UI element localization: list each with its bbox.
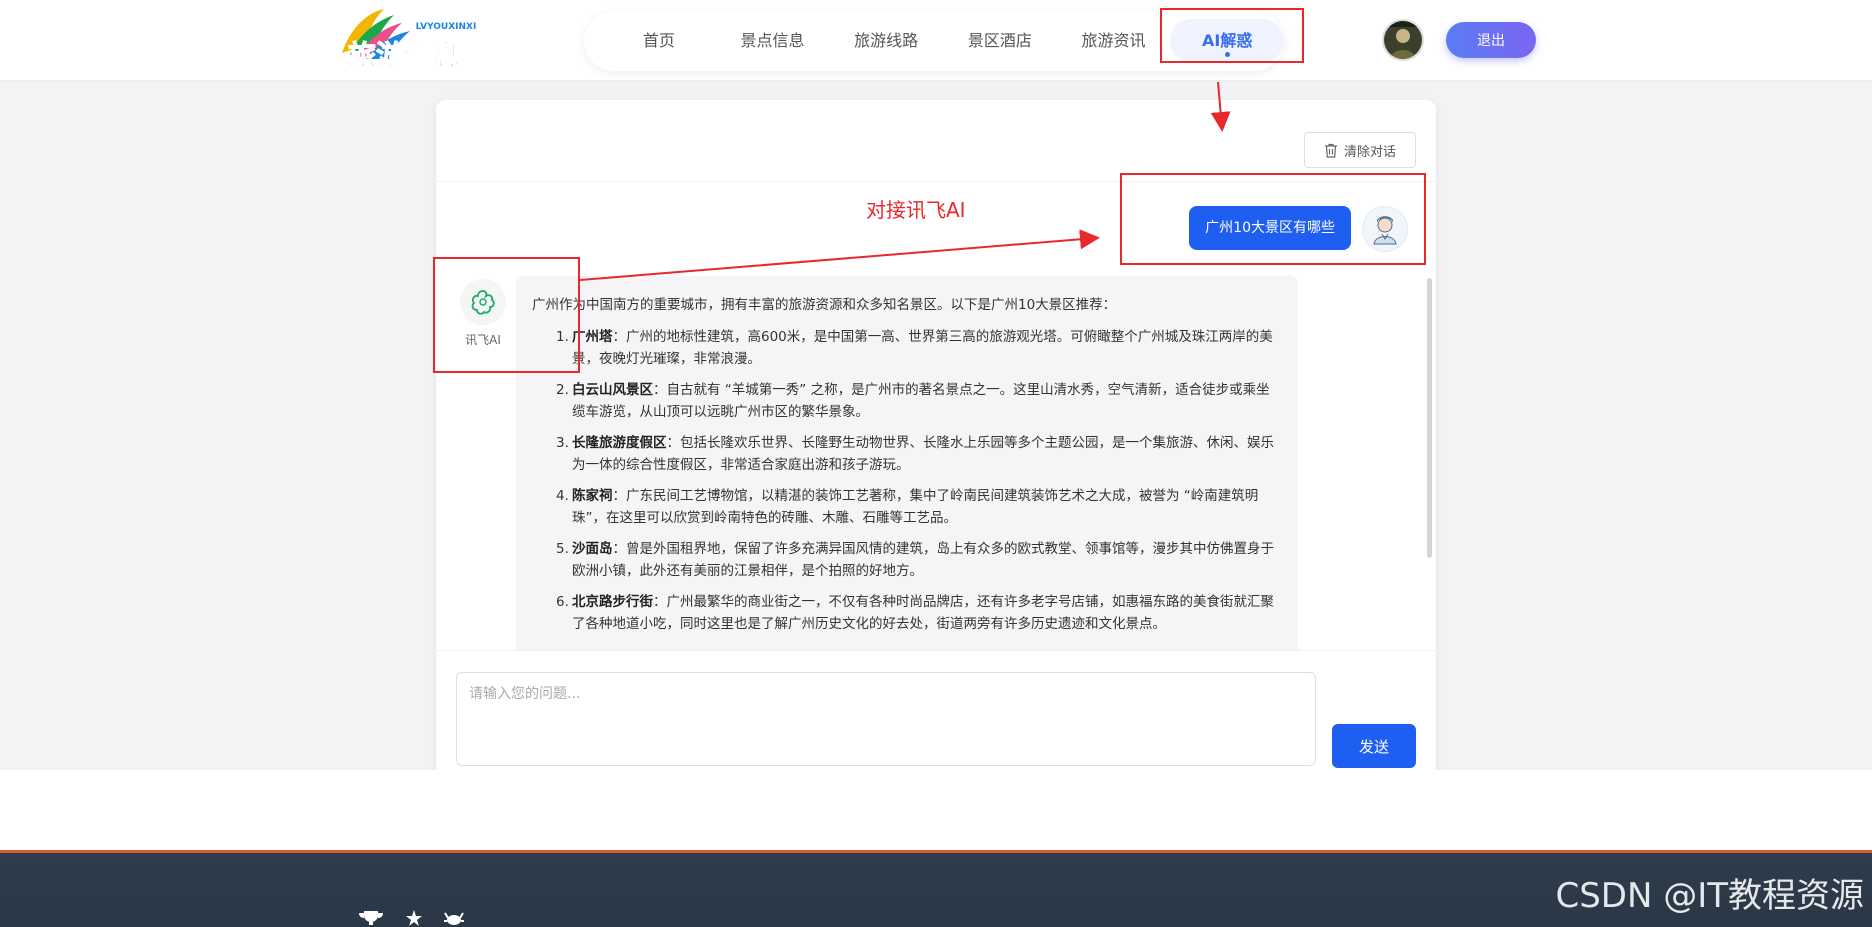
footer-icons xyxy=(356,909,466,927)
list-item: 6. 北京路步行街：广州最繁华的商业街之一，不仅有各种时尚品牌店，还有许多老字号店… xyxy=(556,594,1274,632)
ai-scenic-list: 1. 广州塔：广州的地标性建筑，高600米，是中国第一高、世界第三高的旅游观光塔。… xyxy=(532,326,1280,635)
clear-chat-label: 清除对话 xyxy=(1343,144,1396,160)
nav-routes[interactable]: 旅游线路 xyxy=(829,19,943,63)
site-logo[interactable]: LVYOUXINXI 旅游信息 xyxy=(336,5,482,75)
list-item: 5. 沙面岛：曾是外国租界地，保留了许多充满异国风情的建筑，岛上有众多的欧式教堂、… xyxy=(556,541,1274,579)
list-item: 1. 广州塔：广州的地标性建筑，高600米，是中国第一高、世界第三高的旅游观光塔。… xyxy=(556,329,1273,367)
trash-icon xyxy=(1324,143,1337,158)
send-button[interactable]: 发送 xyxy=(1332,724,1416,768)
question-input[interactable] xyxy=(456,672,1316,766)
crab-icon[interactable] xyxy=(442,909,466,927)
csdn-watermark: CSDN @IT教程资源 xyxy=(1555,876,1864,916)
nav-news[interactable]: 旅游资讯 xyxy=(1057,19,1171,63)
annotation-label: 对接讯飞AI xyxy=(866,198,966,222)
message-scrollbar[interactable] xyxy=(1427,278,1432,558)
clear-chat-button[interactable]: 清除对话 xyxy=(1304,132,1416,168)
xunfei-ai-icon xyxy=(471,290,495,315)
input-area: 发送 xyxy=(436,650,1436,786)
ai-intro-text: 广州作为中国南方的重要城市，拥有丰富的旅游资源和众多知名景区。以下是广州10大景… xyxy=(532,297,1117,313)
page-spacer xyxy=(0,770,1872,850)
user-message-avatar xyxy=(1362,206,1408,252)
trophy-icon[interactable] xyxy=(356,909,386,927)
main-nav: 首页 景点信息 旅游线路 景区酒店 旅游资讯 AI解惑 xyxy=(584,11,1285,71)
ai-message-bubble: 广州作为中国南方的重要城市，拥有丰富的旅游资源和众多知名景区。以下是广州10大景… xyxy=(516,276,1298,650)
user-avatar[interactable] xyxy=(1382,19,1424,61)
logout-button[interactable]: 退出 xyxy=(1446,22,1536,58)
star-pin-icon[interactable] xyxy=(404,909,424,927)
person-avatar-icon xyxy=(1373,216,1397,245)
nav-attractions[interactable]: 景点信息 xyxy=(716,19,830,63)
list-item: 4. 陈家祠：广东民间工艺博物馆，以精湛的装饰工艺著称，集中了岭南民间建筑装饰艺术… xyxy=(556,488,1259,526)
svg-text:旅游信息: 旅游信息 xyxy=(348,39,460,72)
top-header: LVYOUXINXI 旅游信息 首页 景点信息 旅游线路 景区酒店 旅游资讯 A… xyxy=(0,0,1872,80)
nav-home[interactable]: 首页 xyxy=(602,19,716,63)
list-item: 3. 长隆旅游度假区：包括长隆欢乐世界、长隆野生动物世界、长隆水上乐园等多个主题公… xyxy=(556,435,1274,473)
ai-avatar xyxy=(460,279,506,325)
list-item: 2. 白云山风景区：自古就有 “羊城第一秀” 之称，是广州市的著名景点之一。这里山… xyxy=(556,382,1270,420)
chat-toolbar: 清除对话 xyxy=(436,100,1436,182)
user-message-bubble: 广州10大景区有哪些 xyxy=(1189,206,1351,250)
message-list[interactable]: 广州10大景区有哪些 讯飞AI 广州作为中国南方的重要城市，拥有丰富的旅游资源和… xyxy=(436,183,1436,650)
ai-name-label: 讯飞AI xyxy=(465,333,501,347)
nav-hotels[interactable]: 景区酒店 xyxy=(943,19,1057,63)
svg-text:LVYOUXINXI: LVYOUXINXI xyxy=(416,22,477,32)
nav-ai[interactable]: AI解惑 xyxy=(1170,19,1285,63)
